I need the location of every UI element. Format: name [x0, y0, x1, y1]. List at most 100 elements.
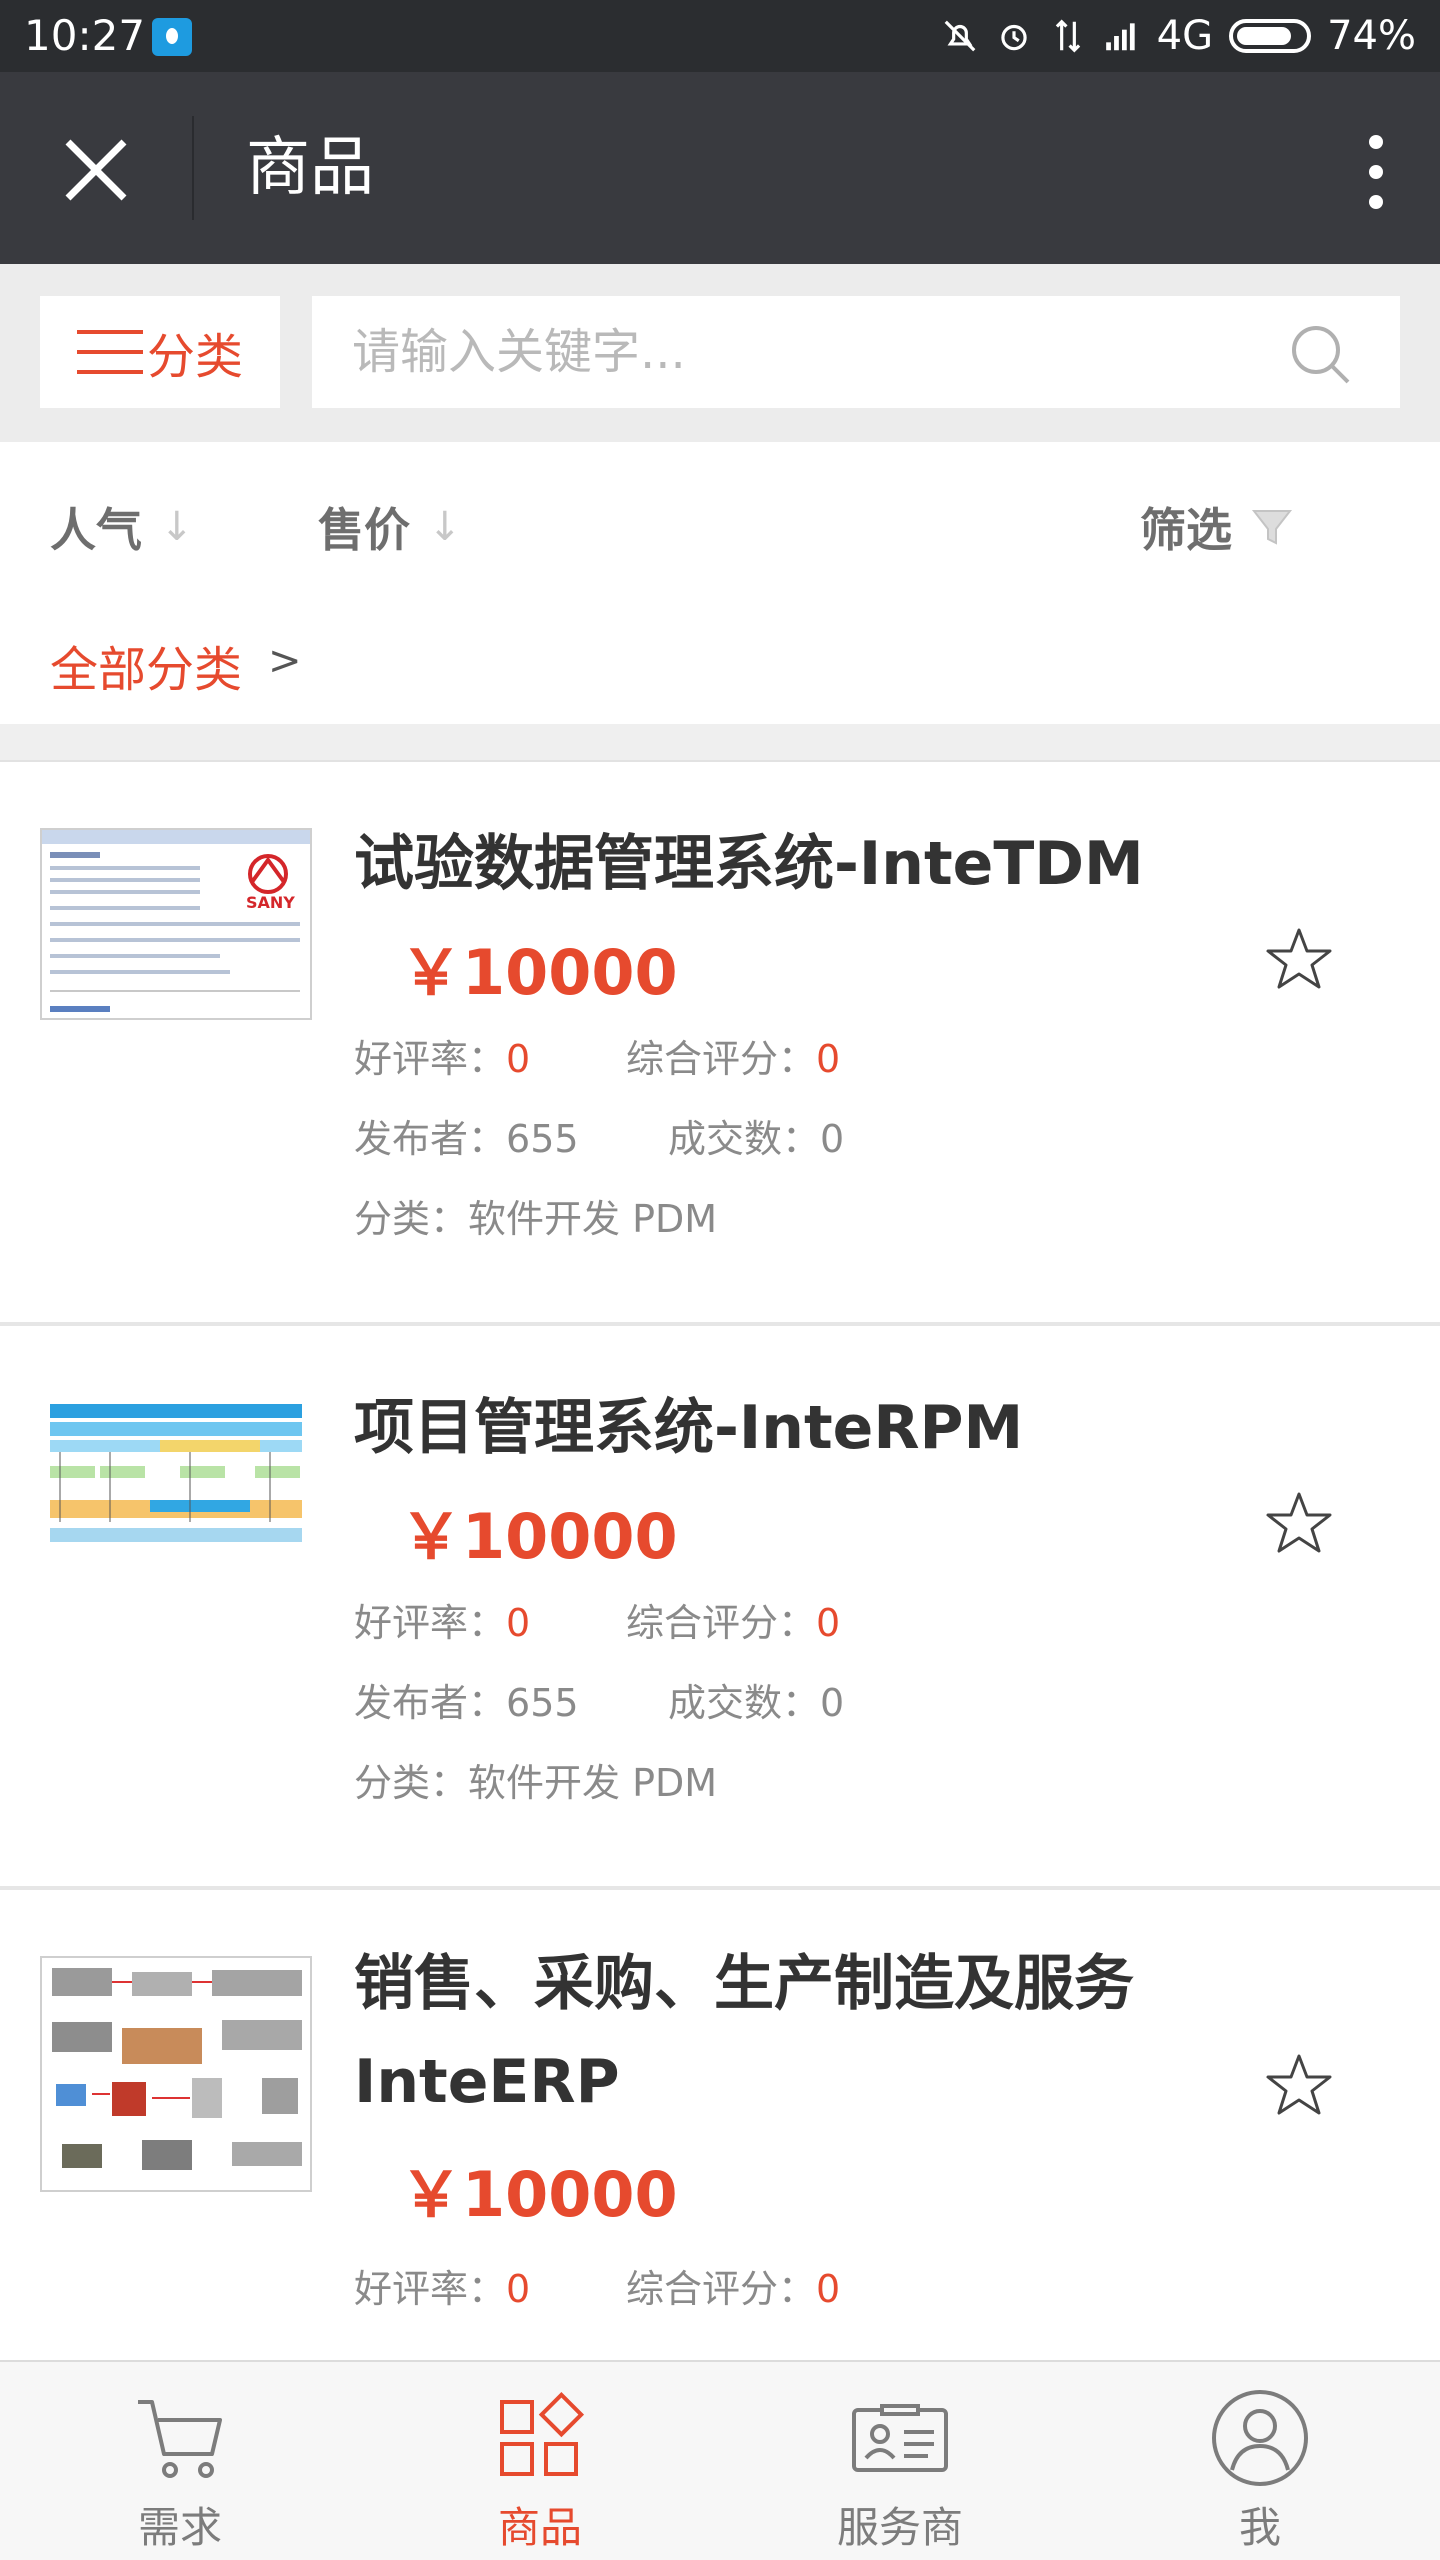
product-title-line1[interactable]: 销售、采购、生产制造及服务 [354, 1936, 1134, 2032]
software-screenshot-image: SANY [42, 830, 310, 1012]
menu-lines-icon [76, 330, 143, 374]
product-title[interactable]: 项目管理系统-InteRPM [354, 1380, 1023, 1476]
product-price: ￥10000 [400, 936, 678, 1009]
filter-button[interactable]: 筛选 [1140, 494, 1294, 560]
tab-me-label: 我 [1238, 2503, 1281, 2552]
product-price: ￥10000 [400, 1500, 678, 1573]
rating-rate: 好评率：0 [354, 1592, 530, 1647]
sort-price-label: 售价 [318, 503, 410, 557]
data-transfer-icon [1055, 19, 1080, 53]
publisher-value: 655 [506, 1681, 579, 1725]
overall-score-label: 综合评分： [626, 1601, 817, 1645]
category-value: 软件开发 PDM [468, 1761, 718, 1805]
deal-count-value: 0 [820, 1681, 845, 1725]
id-card-icon [852, 2404, 948, 2472]
signal-icon [1105, 23, 1135, 51]
product-card[interactable]: 销售、采购、生产制造及服务 InteERP ￥10000 好评率：0 综合评分：… [0, 1892, 1440, 2360]
mute-bell-icon [944, 20, 976, 52]
sort-down-arrow-icon: ↓ [160, 504, 194, 550]
deal-count-label: 成交数： [668, 1117, 821, 1161]
tab-goods[interactable]: 商品 [360, 2362, 720, 2560]
tab-service-provider-label: 服务商 [836, 2503, 963, 2552]
overall-score-value: 0 [816, 2267, 841, 2311]
deal-count: 成交数：0 [668, 1108, 844, 1163]
rating-rate-value: 0 [506, 2267, 531, 2311]
breadcrumb[interactable]: 全部分类 > [0, 608, 1440, 724]
section-divider [0, 724, 1440, 762]
product-category: 分类：软件开发 PDM [354, 1752, 717, 1807]
category-value: 软件开发 PDM [468, 1197, 718, 1241]
rating-rate-value: 0 [506, 1601, 531, 1645]
filter-funnel-icon [1251, 510, 1293, 545]
search-box [312, 296, 1400, 408]
rating-rate-value: 0 [506, 1037, 531, 1081]
status-icons: 4G 74% [941, 10, 1416, 62]
product-card[interactable]: SANY 试验数据管理系统-InteTDM ￥10000 好评率：0 综合评分：… [0, 764, 1440, 1326]
project-diagram-image [50, 1404, 302, 1542]
overall-score: 综合评分：0 [626, 2258, 840, 2313]
rating-rate-label: 好评率： [354, 1037, 507, 1081]
sort-bar: 人气 ↓ 售价 ↓ 筛选 [0, 442, 1440, 608]
favorite-star-icon[interactable] [1264, 1488, 1334, 1558]
user-icon [1212, 2390, 1308, 2486]
product-thumbnail[interactable]: SANY [40, 828, 312, 1020]
filter-label: 筛选 [1140, 503, 1232, 557]
product-thumbnail[interactable] [40, 1956, 312, 2192]
goods-grid-icon [500, 2391, 585, 2476]
deal-count-value: 0 [820, 1117, 845, 1161]
app-notification-icon [152, 18, 192, 56]
product-card[interactable]: 项目管理系统-InteRPM ￥10000 好评率：0 综合评分：0 发布者：6… [0, 1328, 1440, 1890]
more-menu-icon[interactable] [1336, 124, 1416, 220]
favorite-star-icon[interactable] [1264, 924, 1334, 994]
status-bar: 10:27 4G 74% [0, 0, 1440, 72]
tab-demand[interactable]: 需求 [0, 2362, 360, 2560]
product-title[interactable]: 试验数据管理系统-InteTDM [354, 816, 1144, 912]
overall-score: 综合评分：0 [626, 1028, 840, 1083]
alarm-icon [1000, 24, 1027, 51]
product-title-line2[interactable]: InteERP [354, 2034, 620, 2130]
rating-rate-label: 好评率： [354, 1601, 507, 1645]
category-button[interactable]: 分类 [40, 296, 280, 408]
rating-rate: 好评率：0 [354, 1028, 530, 1083]
search-row: 分类 [0, 264, 1440, 442]
search-icon[interactable] [1286, 320, 1356, 390]
tab-demand-label: 需求 [137, 2503, 222, 2552]
bottom-tab-bar: 需求 商品 服务商 我 [0, 2360, 1440, 2560]
product-thumbnail[interactable] [40, 1392, 312, 1584]
breadcrumb-chevron: > [268, 638, 302, 684]
overall-score-label: 综合评分： [626, 2267, 817, 2311]
product-price: ￥10000 [400, 2158, 678, 2231]
title-divider [192, 116, 194, 220]
tab-service-provider[interactable]: 服务商 [720, 2362, 1080, 2560]
category-label: 分类： [354, 1761, 469, 1805]
title-bar: 商品 [0, 72, 1440, 264]
network-type: 4G [1156, 13, 1214, 59]
sort-down-arrow-icon: ↓ [428, 504, 462, 550]
deal-count-label: 成交数： [668, 1681, 821, 1725]
overall-score-value: 0 [816, 1601, 841, 1645]
rating-rate: 好评率：0 [354, 2258, 530, 2313]
publisher: 发布者：655 [354, 1108, 579, 1163]
tab-me[interactable]: 我 [1080, 2362, 1440, 2560]
battery-level: 74% [1327, 13, 1416, 59]
sort-popularity[interactable]: 人气 ↓ [50, 494, 194, 560]
overall-score-value: 0 [816, 1037, 841, 1081]
favorite-star-icon[interactable] [1264, 2050, 1334, 2120]
close-icon[interactable] [48, 122, 144, 218]
overall-score-label: 综合评分： [626, 1037, 817, 1081]
search-input[interactable] [352, 296, 1252, 408]
publisher-label: 发布者： [354, 1117, 507, 1161]
cart-icon [138, 2400, 222, 2478]
sort-price[interactable]: 售价 ↓ [318, 494, 462, 560]
overall-score: 综合评分：0 [626, 1592, 840, 1647]
production-flow-image [52, 1968, 302, 2170]
svg-text:SANY: SANY [246, 893, 295, 912]
deal-count: 成交数：0 [668, 1672, 844, 1727]
publisher-value: 655 [506, 1117, 579, 1161]
battery-icon [1229, 19, 1312, 53]
rating-rate-label: 好评率： [354, 2267, 507, 2311]
sort-popularity-label: 人气 [50, 503, 142, 557]
category-label: 分类： [354, 1197, 469, 1241]
breadcrumb-all-categories[interactable]: 全部分类 [50, 630, 242, 700]
product-category: 分类：软件开发 PDM [354, 1188, 717, 1243]
